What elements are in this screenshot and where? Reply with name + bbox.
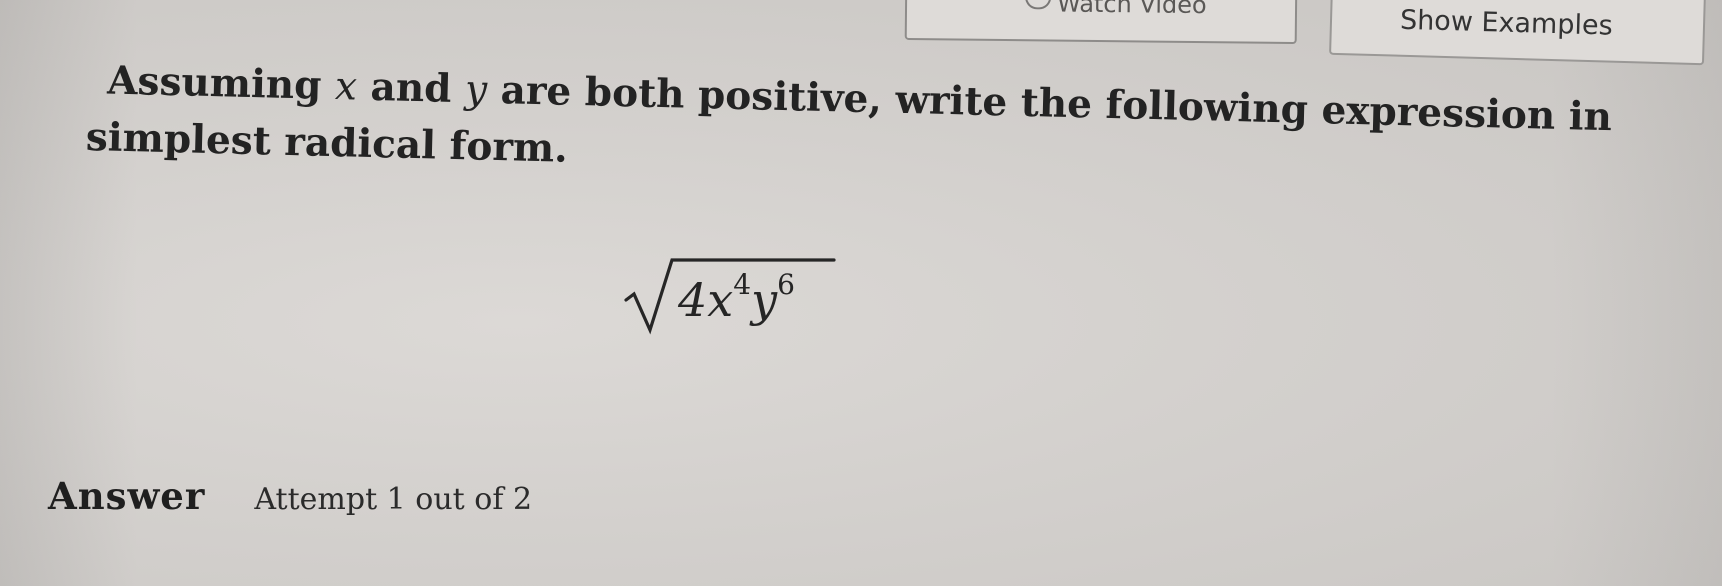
watch-video-button[interactable]: Watch Video bbox=[904, 0, 1298, 45]
variable-x: x bbox=[334, 64, 358, 110]
watch-video-label: Watch Video bbox=[1056, 0, 1207, 20]
question-text: and bbox=[356, 63, 466, 113]
variable-y: y bbox=[464, 67, 488, 113]
show-examples-button[interactable]: Show Examples bbox=[1329, 0, 1706, 66]
variable-y: y bbox=[751, 273, 778, 327]
math-expression: 4x4y6 bbox=[620, 248, 840, 338]
coefficient: 4 bbox=[678, 273, 708, 327]
radicand: 4x4y6 bbox=[678, 268, 795, 327]
answer-header: Answer Attempt 1 out of 2 bbox=[48, 474, 532, 518]
video-icon bbox=[1025, 0, 1052, 10]
question-prompt: Assuming x and y are both positive, writ… bbox=[85, 52, 1637, 203]
show-examples-label: Show Examples bbox=[1399, 4, 1614, 42]
answer-label: Answer bbox=[48, 474, 206, 518]
variable-x: x bbox=[707, 273, 734, 327]
question-text: Assuming bbox=[106, 57, 336, 110]
exponent-y: 6 bbox=[777, 268, 795, 301]
attempt-counter: Attempt 1 out of 2 bbox=[254, 482, 533, 517]
exponent-x: 4 bbox=[733, 268, 752, 301]
